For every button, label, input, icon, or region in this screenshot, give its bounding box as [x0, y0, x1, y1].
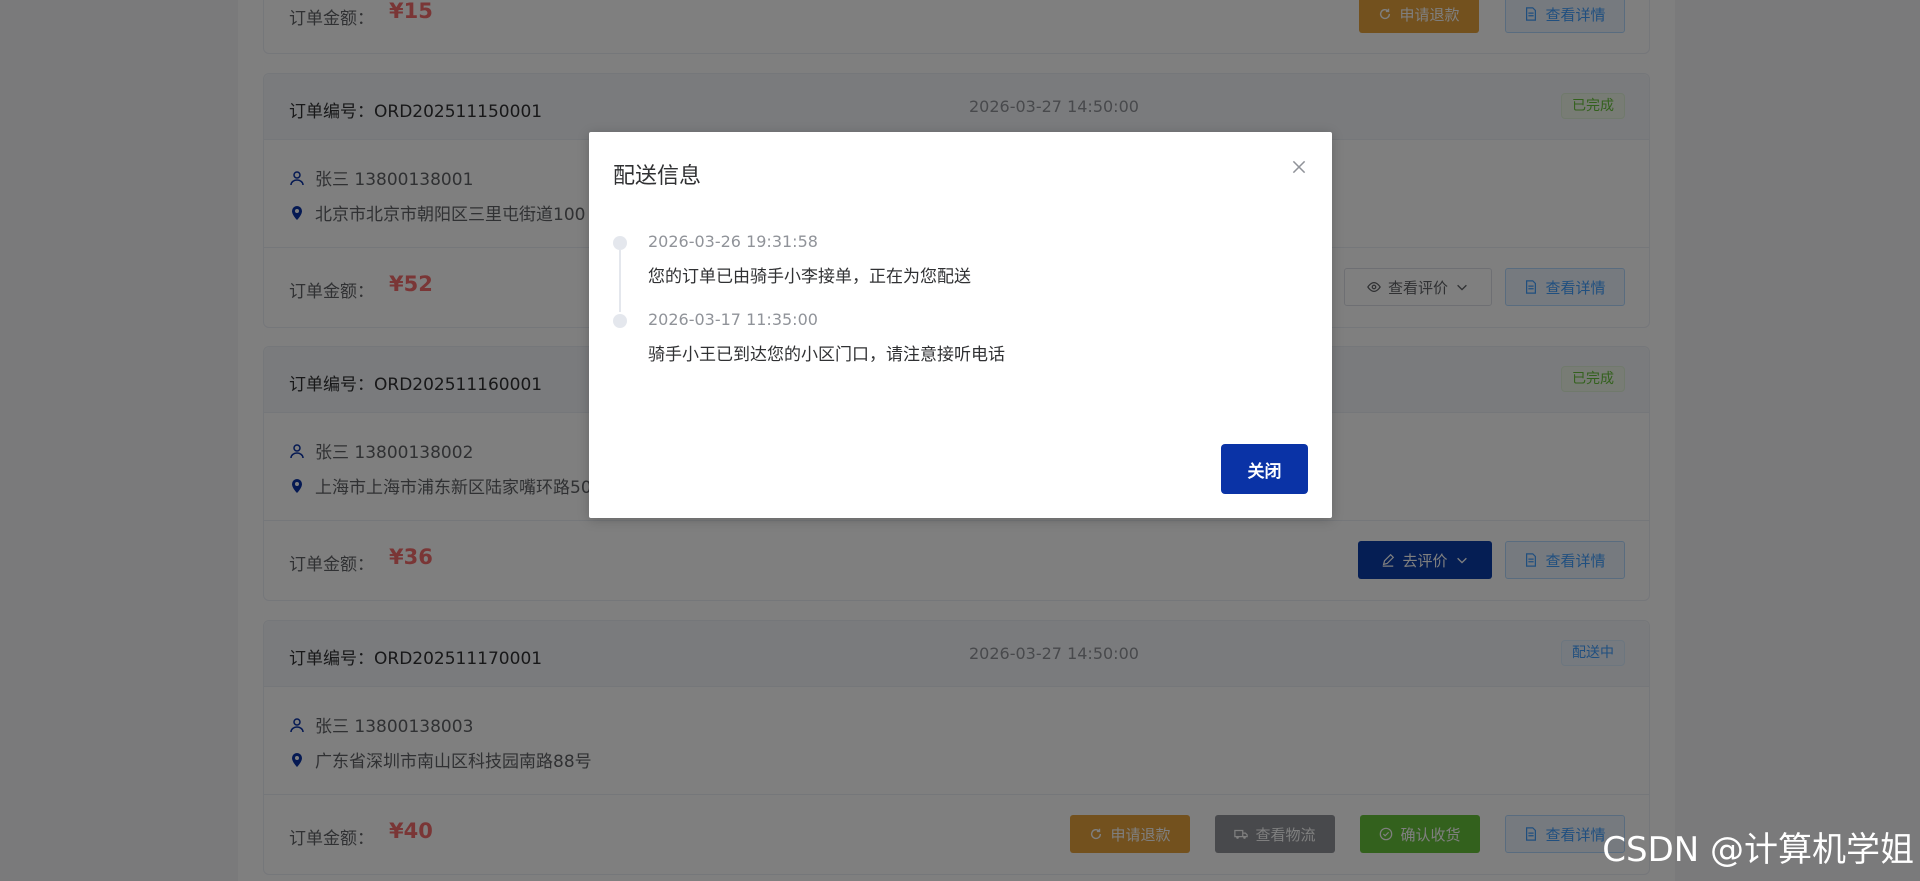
close-icon[interactable]: [1290, 158, 1308, 176]
timeline-dot: [613, 236, 627, 250]
delivery-timeline: 2026-03-26 19:31:58 您的订单已由骑手小李接单，正在为您配送 …: [613, 232, 1293, 388]
watermark: CSDN @计算机学姐: [1602, 830, 1914, 870]
delivery-info-dialog: 配送信息 2026-03-26 19:31:58 您的订单已由骑手小李接单，正在…: [589, 132, 1332, 518]
close-button[interactable]: 关闭: [1221, 444, 1308, 494]
timeline-time: 2026-03-17 11:35:00: [648, 310, 818, 329]
timeline-content: 骑手小王已到达您的小区门口，请注意接听电话: [648, 345, 1005, 365]
timeline-item: 2026-03-26 19:31:58 您的订单已由骑手小李接单，正在为您配送: [613, 232, 1293, 312]
timeline-item: 2026-03-17 11:35:00 骑手小王已到达您的小区门口，请注意接听电…: [613, 310, 1293, 388]
timeline-dot: [613, 314, 627, 328]
timeline-content: 您的订单已由骑手小李接单，正在为您配送: [648, 267, 971, 287]
timeline-connector: [619, 250, 621, 312]
dialog-title: 配送信息: [613, 164, 702, 189]
timeline-time: 2026-03-26 19:31:58: [648, 232, 818, 251]
